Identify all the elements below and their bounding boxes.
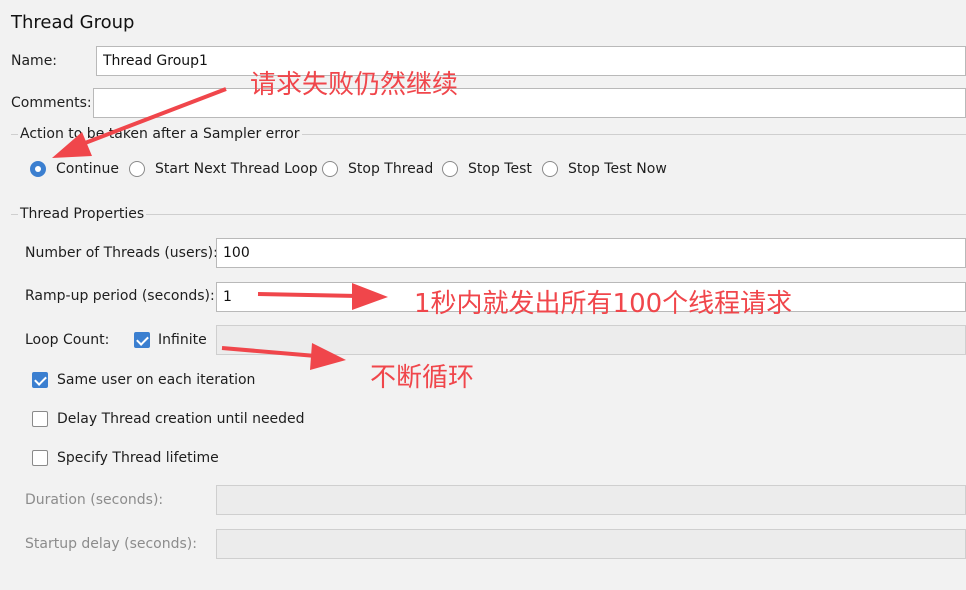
checkbox-unchecked-icon[interactable] (32, 411, 48, 427)
radio-unselected-icon[interactable] (322, 161, 338, 177)
radio-stop-test[interactable]: Stop Test (442, 161, 532, 177)
annotation-loop-note: 不断循环 (370, 363, 475, 393)
comments-label: Comments: (11, 95, 92, 111)
radio-unselected-icon[interactable] (442, 161, 458, 177)
startup-delay-label: Startup delay (seconds): (25, 536, 197, 552)
duration-input (216, 485, 966, 515)
loop-count-label: Loop Count: (25, 332, 110, 348)
name-input[interactable] (96, 46, 966, 76)
radio-unselected-icon[interactable] (542, 161, 558, 177)
radio-unselected-icon[interactable] (129, 161, 145, 177)
delay-thread-label: Delay Thread creation until needed (57, 411, 305, 427)
radio-stop-test-now-label: Stop Test Now (568, 161, 667, 177)
panel-title: Thread Group (11, 12, 135, 33)
thread-lifetime-label: Specify Thread lifetime (57, 450, 219, 466)
threads-input[interactable] (216, 238, 966, 268)
radio-start-next-label: Start Next Thread Loop (155, 161, 318, 177)
radio-stop-thread[interactable]: Stop Thread (322, 161, 433, 177)
radio-stop-test-now[interactable]: Stop Test Now (542, 161, 667, 177)
name-label: Name: (11, 53, 58, 69)
delay-thread-checkbox[interactable]: Delay Thread creation until needed (32, 411, 305, 427)
thread-properties-group-title: Thread Properties (18, 206, 147, 222)
checkbox-checked-icon[interactable] (32, 372, 48, 388)
radio-stop-thread-label: Stop Thread (348, 161, 434, 177)
checkbox-unchecked-icon[interactable] (32, 450, 48, 466)
same-user-checkbox[interactable]: Same user on each iteration (32, 372, 255, 388)
annotation-continue-note: 请求失败仍然继续 (250, 70, 459, 100)
duration-label: Duration (seconds): (25, 492, 164, 508)
checkbox-checked-icon[interactable] (134, 332, 150, 348)
comments-input[interactable] (93, 88, 966, 118)
radio-start-next-thread-loop[interactable]: Start Next Thread Loop (129, 161, 318, 177)
sampler-error-group-title: Action to be taken after a Sampler error (18, 126, 302, 142)
radio-stop-test-label: Stop Test (468, 161, 532, 177)
thread-lifetime-checkbox[interactable]: Specify Thread lifetime (32, 450, 219, 466)
infinite-checkbox[interactable]: Infinite (134, 332, 207, 348)
startup-delay-input (216, 529, 966, 559)
loop-count-input (216, 325, 966, 355)
same-user-label: Same user on each iteration (57, 372, 256, 388)
radio-continue[interactable]: Continue (30, 161, 119, 177)
thread-properties-group-border (11, 214, 966, 215)
annotation-rampup-note: 1秒内就发出所有100个线程请求 (414, 289, 793, 319)
radio-selected-icon[interactable] (30, 161, 46, 177)
rampup-label: Ramp-up period (seconds): (25, 288, 215, 304)
threads-label: Number of Threads (users): (25, 245, 218, 261)
radio-continue-label: Continue (56, 161, 119, 177)
infinite-label: Infinite (158, 332, 207, 348)
